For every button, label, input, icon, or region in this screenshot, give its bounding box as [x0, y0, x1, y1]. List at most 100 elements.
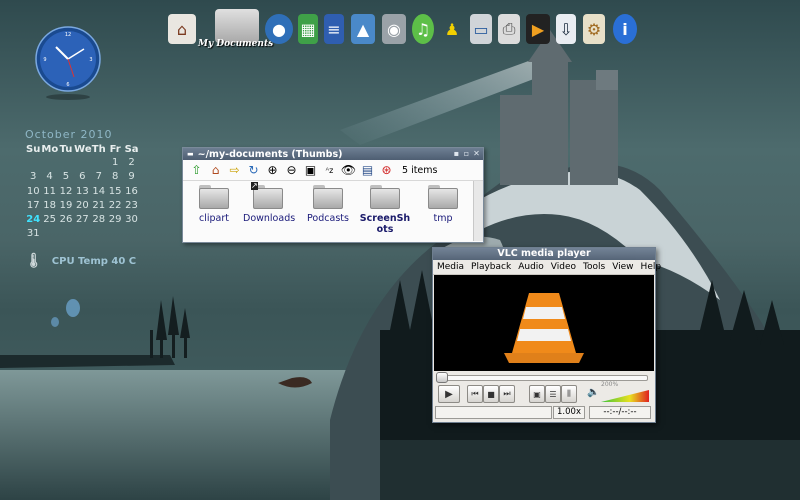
folder-icon — [370, 185, 400, 209]
settings-icon[interactable]: ⚙ — [583, 14, 605, 44]
image-viewer-icon[interactable]: ▲ — [351, 14, 375, 44]
file-label: Downloads — [243, 213, 296, 224]
show-hidden-icon[interactable]: 👁 — [341, 163, 356, 178]
menu-media[interactable]: Media — [437, 262, 464, 272]
folder-icon[interactable] — [215, 9, 259, 43]
sort-icon[interactable]: ᴬz — [322, 163, 337, 178]
calendar-day: 17 — [26, 199, 40, 211]
cpu-temp-widget: 🌡 CPU Temp 40 C — [25, 253, 136, 269]
calendar-day — [41, 156, 57, 170]
computer-icon[interactable]: ▭ — [470, 14, 492, 44]
go-icon[interactable]: ⇨ — [227, 163, 242, 178]
vlc-window[interactable]: VLC media player Media Playback Audio Vi… — [432, 247, 661, 423]
minimize-icon[interactable]: ▪ — [452, 149, 461, 158]
calendar-week: 12 — [25, 156, 140, 170]
previous-button[interactable]: ⏮ — [467, 385, 483, 403]
seek-bar[interactable] — [433, 371, 655, 383]
thumbnails-icon[interactable]: ▤ — [360, 163, 375, 178]
scrollbar[interactable] — [473, 181, 483, 241]
refresh-icon[interactable]: ↻ — [246, 163, 261, 178]
weekday: Mo — [41, 144, 59, 155]
firefox-icon[interactable]: ● — [265, 14, 293, 44]
spreadsheet-icon[interactable]: ▦ — [298, 14, 318, 44]
file-item-screenshots[interactable]: ScreenShots — [358, 185, 412, 235]
svg-text:12: 12 — [65, 32, 71, 38]
calendar-day: 23 — [125, 199, 138, 211]
video-area[interactable] — [434, 275, 654, 371]
wallpaper — [0, 30, 800, 500]
calendar-day: 1 — [111, 157, 119, 168]
calendar-day: 11 — [43, 185, 56, 197]
file-item-tmp[interactable]: tmp — [418, 185, 468, 224]
next-button[interactable]: ⏭ — [499, 385, 515, 403]
zoom-out-icon[interactable]: ⊖ — [284, 163, 299, 178]
calendar-week: 3456789 — [25, 170, 140, 184]
install-icon[interactable]: ⇩ — [556, 14, 576, 44]
weekday: Tu — [59, 144, 73, 155]
info-icon[interactable]: i — [613, 14, 637, 44]
calendar-day: 16 — [125, 185, 138, 197]
up-arrow-icon[interactable]: ⇧ — [189, 163, 204, 178]
playlist-button[interactable]: ☰ — [545, 385, 561, 403]
calendar-day: 19 — [59, 199, 73, 211]
calendar-day — [25, 156, 41, 170]
file-item-podcasts[interactable]: Podcasts — [303, 185, 353, 224]
status-message — [435, 406, 552, 419]
calendar-week: 24 25 26 27 28 29 30 — [25, 213, 140, 227]
stop-button[interactable]: ■ — [483, 385, 499, 403]
vlc-cone-icon — [504, 293, 584, 363]
cpu-temp-text: CPU Temp 40 C — [51, 255, 137, 267]
harddisk-icon[interactable]: ◉ — [382, 14, 406, 44]
play-button[interactable]: ▶ — [438, 385, 460, 403]
menu-bar: Media Playback Audio Video Tools View He… — [433, 260, 661, 275]
menu-view[interactable]: View — [612, 262, 633, 272]
calendar-day: 12 — [59, 185, 73, 197]
fullscreen-button[interactable]: ▣ — [529, 385, 545, 403]
file-item-clipart[interactable]: clipart — [189, 185, 239, 224]
calendar-day: 29 — [108, 214, 122, 226]
folder-icon — [428, 185, 458, 209]
menu-video[interactable]: Video — [551, 262, 576, 272]
menu-tools[interactable]: Tools — [583, 262, 605, 272]
calendar-day: 3 — [30, 171, 37, 183]
menu-help[interactable]: Help — [641, 262, 662, 272]
file-manager-window[interactable]: ▬ ~/my-documents (Thumbs) ▪ ▫ ✕ ⇧ ⌂ ⇨ ↻ … — [182, 147, 484, 243]
calendar-day: 8 — [111, 171, 119, 183]
calendar-day: 22 — [108, 199, 122, 211]
menu-audio[interactable]: Audio — [518, 262, 544, 272]
window-title[interactable]: VLC media player — [433, 248, 655, 260]
file-label: Podcasts — [307, 213, 349, 224]
thermometer-icon: 🌡 — [25, 253, 43, 269]
file-item-downloads[interactable]: ↗ Downloads — [243, 182, 296, 225]
window-menu-icon[interactable]: ▬ — [187, 150, 194, 158]
close-icon[interactable]: ✕ — [472, 149, 481, 158]
playback-speed[interactable]: 1.00x — [553, 406, 585, 419]
help-icon[interactable]: ⊛ — [379, 163, 394, 178]
music-icon[interactable]: ♫ — [412, 14, 434, 44]
home-icon[interactable]: ⌂ — [168, 14, 196, 44]
menu-playback[interactable]: Playback — [471, 262, 511, 272]
volume-label: 200% — [601, 381, 619, 388]
castle — [500, 30, 618, 185]
window-title: ~/my-documents (Thumbs) — [197, 148, 343, 160]
calendar-day: 5 — [62, 171, 70, 183]
desktop: ⌂ My Documents ● ▦ ≡ ▲ ◉ ♫ ♟ ▭ ⎙ ▶ ⇩ ⚙ i… — [0, 0, 800, 500]
calendar-day — [91, 156, 107, 170]
writer-icon[interactable]: ≡ — [324, 14, 344, 44]
calendar-day: 14 — [92, 185, 106, 197]
printer-icon[interactable]: ⎙ — [498, 14, 520, 44]
speaker-icon[interactable]: 🔈 — [587, 387, 599, 398]
extended-settings-button[interactable]: ⫼ — [561, 385, 577, 403]
svg-text:9: 9 — [43, 57, 46, 63]
title-bar[interactable]: ▬ ~/my-documents (Thumbs) ▪ ▫ ✕ — [183, 148, 483, 160]
maximize-icon[interactable]: ▫ — [462, 149, 471, 158]
video-icon[interactable]: ▶ — [526, 14, 550, 44]
zoom-in-icon[interactable]: ⊕ — [265, 163, 280, 178]
calendar-day: 18 — [43, 199, 56, 211]
toolbar: ⇧ ⌂ ⇨ ↻ ⊕ ⊖ ▣ ᴬz 👁 ▤ ⊛ 5 items — [183, 160, 483, 181]
view-mode-icon[interactable]: ▣ — [303, 163, 318, 178]
aim-icon[interactable]: ♟ — [441, 14, 463, 44]
calendar-day — [74, 156, 90, 170]
home-icon[interactable]: ⌂ — [208, 163, 223, 178]
calendar-day — [107, 227, 123, 241]
